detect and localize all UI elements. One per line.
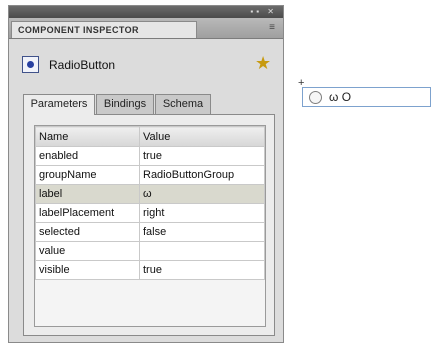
- panel-menu-icon[interactable]: ≡: [269, 22, 275, 33]
- parameters-content: Name Value enabled true groupName RadioB…: [23, 114, 275, 336]
- param-value[interactable]: ω: [139, 184, 265, 204]
- table-row[interactable]: value: [35, 241, 265, 261]
- column-header-value[interactable]: Value: [139, 126, 265, 147]
- param-name: value: [35, 241, 140, 261]
- panel-title-bar[interactable]: ▪▪ ✕: [9, 6, 283, 18]
- table-header-row: Name Value: [35, 126, 265, 147]
- param-value[interactable]: true: [139, 260, 265, 280]
- parameters-grid: Name Value enabled true groupName RadioB…: [34, 125, 266, 327]
- param-name: enabled: [35, 146, 140, 166]
- parameters-table: Name Value enabled true groupName RadioB…: [35, 126, 265, 280]
- param-name: selected: [35, 222, 140, 242]
- panel-tab-strip: COMPONENT INSPECTOR ≡: [9, 18, 283, 39]
- table-row[interactable]: labelPlacement right: [35, 203, 265, 223]
- param-value[interactable]: right: [139, 203, 265, 223]
- tab-bindings[interactable]: Bindings: [96, 94, 154, 114]
- tab-parameters[interactable]: Parameters: [23, 94, 95, 115]
- radio-circle-icon[interactable]: [309, 91, 322, 104]
- help-icon[interactable]: ★: [255, 54, 271, 72]
- component-inspector-panel: ▪▪ ✕ COMPONENT INSPECTOR ≡ RadioButton ★…: [8, 5, 284, 343]
- param-name: labelPlacement: [35, 203, 140, 223]
- table-row[interactable]: selected false: [35, 222, 265, 242]
- panel-title-tab[interactable]: COMPONENT INSPECTOR: [11, 21, 197, 38]
- param-value[interactable]: true: [139, 146, 265, 166]
- param-name: label: [35, 184, 140, 204]
- stage-radio-button[interactable]: ω O: [302, 87, 431, 107]
- table-row[interactable]: groupName RadioButtonGroup: [35, 165, 265, 185]
- param-name: groupName: [35, 165, 140, 185]
- tab-schema[interactable]: Schema: [155, 94, 211, 114]
- window-buttons[interactable]: ▪▪ ✕: [250, 7, 277, 16]
- param-value[interactable]: [139, 241, 265, 261]
- table-row[interactable]: visible true: [35, 260, 265, 280]
- table-row[interactable]: enabled true: [35, 146, 265, 166]
- component-name: RadioButton: [49, 58, 116, 72]
- param-value[interactable]: false: [139, 222, 265, 242]
- radio-button-icon: [22, 56, 39, 73]
- table-row-selected[interactable]: label ω: [35, 184, 265, 204]
- radio-label: ω O: [329, 90, 352, 104]
- param-value[interactable]: RadioButtonGroup: [139, 165, 265, 185]
- param-name: visible: [35, 260, 140, 280]
- column-header-name[interactable]: Name: [35, 126, 140, 147]
